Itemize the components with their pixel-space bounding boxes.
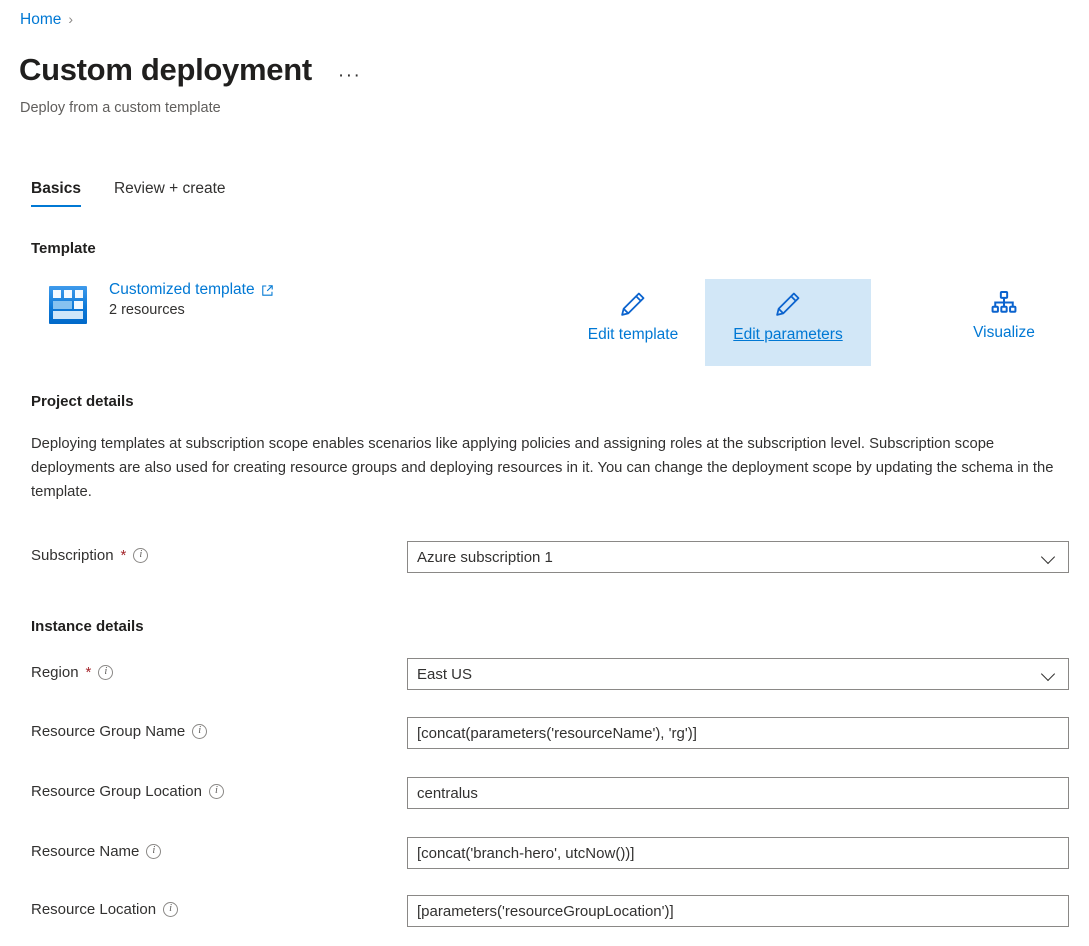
custom-deployment-blade: Home › Custom deployment ··· Deploy from…: [0, 0, 1089, 946]
pencil-icon: [773, 289, 803, 319]
resource-group-name-input[interactable]: [concat(parameters('resourceName'), 'rg'…: [407, 717, 1069, 749]
resource-name-value: [concat('branch-hero', utcNow())]: [417, 844, 635, 862]
edit-template-label: Edit template: [587, 326, 679, 343]
resource-group-location-value: centralus: [417, 784, 478, 802]
page-subtitle: Deploy from a custom template: [20, 100, 221, 116]
breadcrumb-home-link[interactable]: Home: [20, 11, 61, 29]
required-indicator: *: [120, 547, 127, 564]
resource-location-value: [parameters('resourceGroupLocation')]: [417, 902, 674, 920]
region-label: Region * i: [31, 664, 114, 681]
project-details-description: Deploying templates at subscription scop…: [31, 436, 1054, 500]
resource-location-label-text: Resource Location: [31, 901, 157, 918]
section-heading-project-details: Project details: [31, 393, 134, 410]
region-value: East US: [417, 665, 473, 683]
field-resource-location: Resource Location i [parameters('resourc…: [31, 895, 1071, 927]
tab-list: Basics Review + create: [31, 180, 226, 207]
field-resource-group-location: Resource Group Location i centralus: [31, 777, 1071, 809]
region-label-text: Region: [31, 664, 79, 681]
template-row: Customized template 2 resources Edit tem…: [31, 279, 1071, 369]
field-region: Region * i East US: [31, 658, 1071, 690]
visualize-label: Visualize: [973, 324, 1035, 341]
edit-parameters-label: Edit parameters: [733, 326, 843, 343]
resource-location-input[interactable]: [parameters('resourceGroupLocation')]: [407, 895, 1069, 927]
page-title: Custom deployment: [19, 52, 312, 87]
edit-parameters-button[interactable]: Edit parameters: [705, 279, 871, 366]
region-select[interactable]: East US: [407, 658, 1069, 690]
resource-name-label-text: Resource Name: [31, 843, 140, 860]
chevron-right-icon: ›: [68, 11, 74, 27]
hierarchy-icon: [990, 289, 1018, 317]
resource-group-location-label-text: Resource Group Location: [31, 783, 202, 800]
breadcrumb: Home ›: [20, 11, 73, 29]
resource-name-input[interactable]: [concat('branch-hero', utcNow())]: [407, 837, 1069, 869]
resource-group-location-input[interactable]: centralus: [407, 777, 1069, 809]
subscription-value: Azure subscription 1: [417, 548, 553, 566]
visualize-button[interactable]: Visualize: [921, 279, 1087, 366]
tab-basics[interactable]: Basics: [31, 180, 81, 207]
resource-name-label: Resource Name i: [31, 843, 162, 860]
subscription-label-text: Subscription: [31, 547, 114, 564]
resource-location-label: Resource Location i: [31, 901, 179, 918]
info-icon[interactable]: i: [192, 724, 208, 739]
field-resource-name: Resource Name i [concat('branch-hero', u…: [31, 837, 1071, 869]
more-options-icon[interactable]: ···: [334, 64, 365, 87]
resource-group-name-value: [concat(parameters('resourceName'), 'rg'…: [417, 724, 697, 742]
field-subscription: Subscription * i Azure subscription 1: [31, 541, 1071, 573]
edit-template-button[interactable]: Edit template: [550, 279, 716, 366]
template-actions: Edit template Edit parameters Visualize: [31, 279, 1071, 369]
info-icon[interactable]: i: [163, 902, 179, 917]
tab-review-create[interactable]: Review + create: [114, 180, 226, 207]
chevron-down-icon: [1042, 550, 1056, 564]
pencil-icon: [618, 289, 648, 319]
required-indicator: *: [85, 664, 92, 681]
subscription-label: Subscription * i: [31, 547, 149, 564]
subscription-select[interactable]: Azure subscription 1: [407, 541, 1069, 573]
resource-group-name-label-text: Resource Group Name: [31, 723, 186, 740]
info-icon[interactable]: i: [98, 665, 114, 680]
section-heading-instance-details: Instance details: [31, 618, 144, 635]
info-icon[interactable]: i: [133, 548, 149, 563]
info-icon[interactable]: i: [208, 784, 224, 799]
page-header: Custom deployment ···: [19, 52, 365, 88]
resource-group-name-label: Resource Group Name i: [31, 723, 208, 740]
field-resource-group-name: Resource Group Name i [concat(parameters…: [31, 717, 1071, 749]
chevron-down-icon: [1042, 667, 1056, 681]
section-heading-template: Template: [31, 240, 96, 257]
resource-group-location-label: Resource Group Location i: [31, 783, 224, 800]
info-icon[interactable]: i: [146, 844, 162, 859]
